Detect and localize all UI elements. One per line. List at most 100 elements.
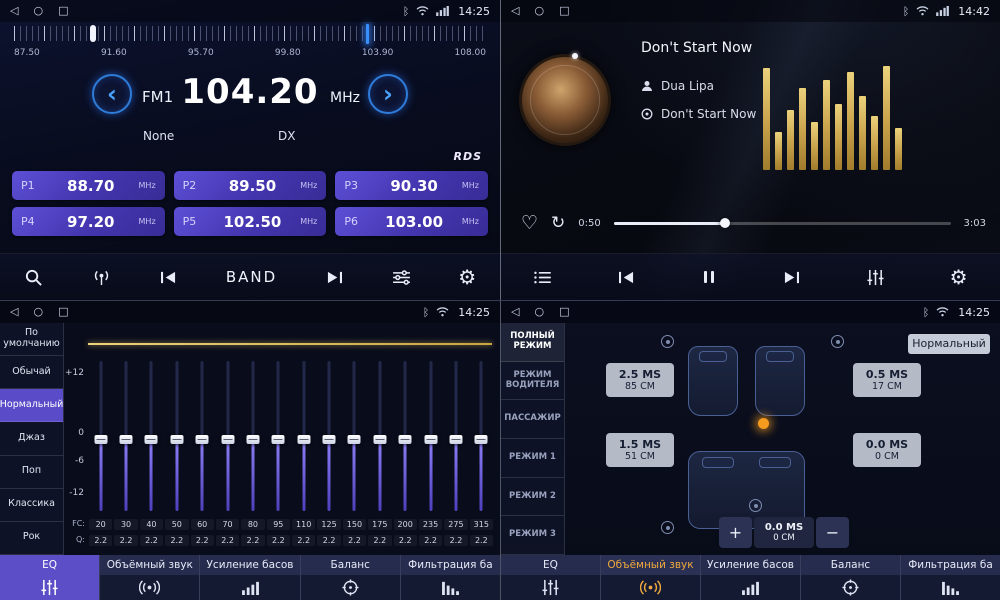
settings-button[interactable]: ⚙ xyxy=(458,267,476,287)
settings-button[interactable]: ⚙ xyxy=(950,267,968,287)
eq-band-slider[interactable] xyxy=(113,361,138,511)
back-icon[interactable]: ◁ xyxy=(10,0,18,22)
eq-band-slider[interactable] xyxy=(190,361,215,511)
preset-p6[interactable]: P6103.00MHz xyxy=(335,207,488,236)
eq-preset-default[interactable]: По умолчанию xyxy=(0,323,63,356)
mode-3[interactable]: РЕЖИМ 3 xyxy=(501,516,564,555)
eq-preset-pop[interactable]: Поп xyxy=(0,456,63,489)
delay-front-right[interactable]: 0.5 MS 17 CM xyxy=(853,363,921,397)
previous-station-button[interactable] xyxy=(159,270,178,285)
eq-slider-thumb[interactable] xyxy=(323,435,336,444)
progress-knob[interactable] xyxy=(720,218,730,228)
eq-band-slider[interactable] xyxy=(139,361,164,511)
delay-rear-right[interactable]: 0.0 MS 0 CM xyxy=(853,433,921,467)
mode-full[interactable]: ПОЛНЫЙ РЕЖИМ xyxy=(501,323,564,362)
recents-icon[interactable]: □ xyxy=(559,301,569,323)
tab-surround-sound[interactable]: Объёмный звук xyxy=(601,555,701,600)
eq-preset-custom[interactable]: Обычай xyxy=(0,356,63,389)
eq-band-slider[interactable] xyxy=(240,361,265,511)
next-track-button[interactable] xyxy=(782,270,801,285)
broadcast-button[interactable] xyxy=(91,269,112,286)
tab-filter[interactable]: Фильтрация ба xyxy=(401,555,500,600)
tab-balance[interactable]: Баланс xyxy=(301,555,401,600)
eq-preset-normal[interactable]: Нормальный xyxy=(0,389,63,422)
eq-slider-thumb[interactable] xyxy=(475,435,488,444)
tune-options-button[interactable] xyxy=(392,270,411,285)
home-icon[interactable]: ○ xyxy=(33,301,43,323)
equalizer-button[interactable] xyxy=(866,269,885,286)
eq-band-slider[interactable] xyxy=(367,361,392,511)
preset-p2[interactable]: P289.50MHz xyxy=(174,171,327,200)
eq-slider-thumb[interactable] xyxy=(424,435,437,444)
preset-p4[interactable]: P497.20MHz xyxy=(12,207,165,236)
eq-band-slider[interactable] xyxy=(164,361,189,511)
eq-slider-thumb[interactable] xyxy=(145,435,158,444)
mode-2[interactable]: РЕЖИМ 2 xyxy=(501,478,564,517)
frequency-scale[interactable]: 87.50 91.60 95.70 99.80 103.90 108.00 xyxy=(14,26,486,64)
eq-band-slider[interactable] xyxy=(393,361,418,511)
eq-slider-thumb[interactable] xyxy=(399,435,412,444)
recents-icon[interactable]: □ xyxy=(58,301,68,323)
home-icon[interactable]: ○ xyxy=(534,301,544,323)
tab-balance[interactable]: Баланс xyxy=(801,555,901,600)
pause-button[interactable] xyxy=(701,269,717,285)
eq-slider-thumb[interactable] xyxy=(221,435,234,444)
playlist-button[interactable] xyxy=(533,270,552,285)
eq-slider-thumb[interactable] xyxy=(196,435,209,444)
favorite-button[interactable]: ♡ xyxy=(521,214,538,233)
home-icon[interactable]: ○ xyxy=(534,0,544,22)
delay-front-left[interactable]: 2.5 MS 85 CM xyxy=(606,363,674,397)
back-icon[interactable]: ◁ xyxy=(10,301,18,323)
eq-band-slider[interactable] xyxy=(469,361,494,511)
previous-track-button[interactable] xyxy=(617,270,636,285)
delay-decrease-button[interactable]: − xyxy=(816,517,849,548)
eq-band-slider[interactable] xyxy=(443,361,468,511)
eq-band-slider[interactable] xyxy=(291,361,316,511)
mode-passenger[interactable]: ПАССАЖИР xyxy=(501,400,564,439)
eq-slider-thumb[interactable] xyxy=(272,435,285,444)
delay-increase-button[interactable]: + xyxy=(719,517,752,548)
eq-preset-jazz[interactable]: Джаз xyxy=(0,422,63,455)
eq-slider-thumb[interactable] xyxy=(246,435,259,444)
surround-preset-button[interactable]: Нормальный xyxy=(908,334,990,354)
preset-p3[interactable]: P390.30MHz xyxy=(335,171,488,200)
back-icon[interactable]: ◁ xyxy=(511,0,519,22)
preset-p1[interactable]: P188.70MHz xyxy=(12,171,165,200)
recents-icon[interactable]: □ xyxy=(58,0,68,22)
eq-preset-rock[interactable]: Рок xyxy=(0,522,63,555)
eq-slider-thumb[interactable] xyxy=(170,435,183,444)
eq-slider-thumb[interactable] xyxy=(449,435,462,444)
tab-filter[interactable]: Фильтрация ба xyxy=(901,555,1000,600)
preset-p5[interactable]: P5102.50MHz xyxy=(174,207,327,236)
eq-slider-thumb[interactable] xyxy=(297,435,310,444)
frequency-marker[interactable] xyxy=(366,24,369,44)
eq-slider-thumb[interactable] xyxy=(94,435,107,444)
scan-button[interactable] xyxy=(24,268,43,287)
repeat-button[interactable]: ↻ xyxy=(551,215,565,232)
eq-band-slider[interactable] xyxy=(342,361,367,511)
eq-band-slider[interactable] xyxy=(88,361,113,511)
eq-preset-classic[interactable]: Классика xyxy=(0,489,63,522)
tab-surround-sound[interactable]: Объёмный звук xyxy=(100,555,200,600)
mode-driver[interactable]: РЕЖИМ ВОДИТЕЛЯ xyxy=(501,362,564,401)
band-button[interactable]: BAND xyxy=(226,268,277,286)
next-station-button[interactable] xyxy=(325,270,344,285)
progress-bar[interactable] xyxy=(614,222,951,225)
delay-rear-left[interactable]: 1.5 MS 51 CM xyxy=(606,433,674,467)
eq-slider-thumb[interactable] xyxy=(120,435,133,444)
home-icon[interactable]: ○ xyxy=(33,0,43,22)
eq-band-slider[interactable] xyxy=(316,361,341,511)
tab-bass-boost[interactable]: Усиление басов xyxy=(200,555,300,600)
eq-band-slider[interactable] xyxy=(418,361,443,511)
eq-slider-thumb[interactable] xyxy=(348,435,361,444)
back-icon[interactable]: ◁ xyxy=(511,301,519,323)
mode-1[interactable]: РЕЖИМ 1 xyxy=(501,439,564,478)
tab-eq[interactable]: EQ xyxy=(501,555,601,600)
eq-slider-thumb[interactable] xyxy=(373,435,386,444)
tab-eq[interactable]: EQ xyxy=(0,555,100,600)
seek-up-button[interactable]: › xyxy=(368,74,408,114)
eq-band-slider[interactable] xyxy=(266,361,291,511)
tab-bass-boost[interactable]: Усиление басов xyxy=(701,555,801,600)
eq-band-slider[interactable] xyxy=(215,361,240,511)
recents-icon[interactable]: □ xyxy=(559,0,569,22)
